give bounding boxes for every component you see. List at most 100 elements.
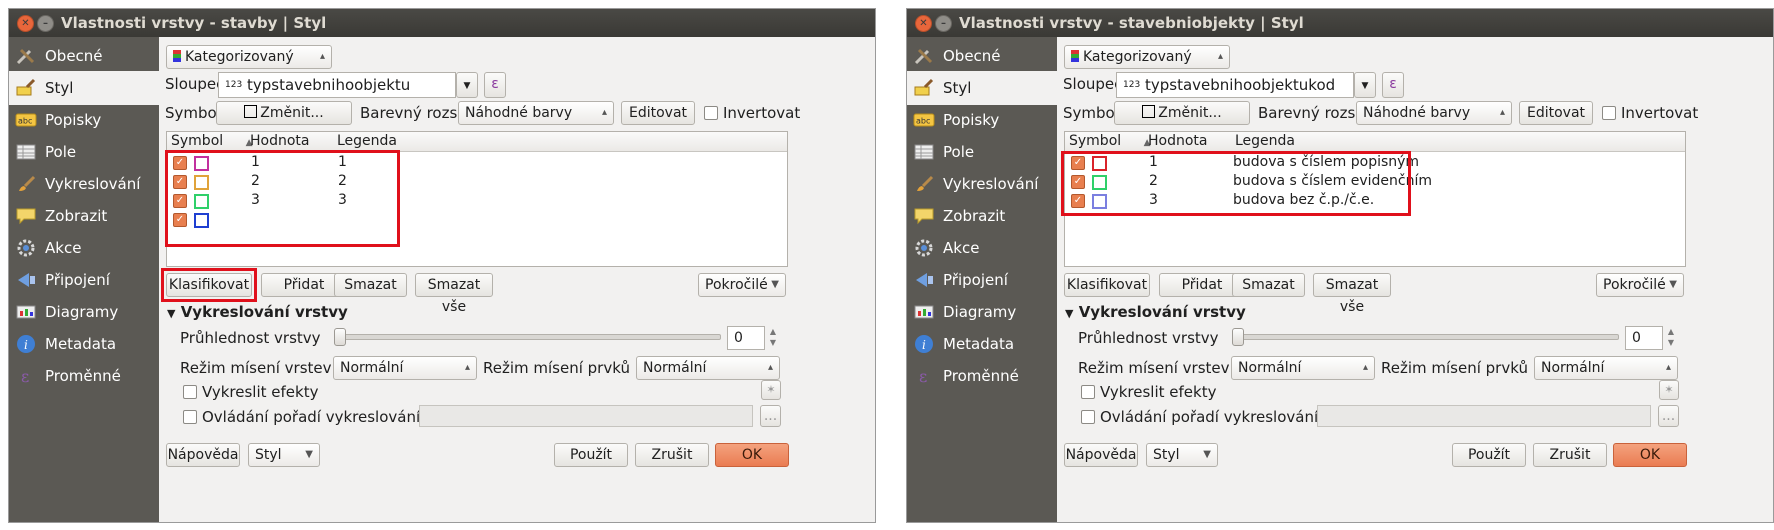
- cancel-button[interactable]: Zrušit: [635, 443, 709, 467]
- sidebar-item-akce[interactable]: Akce: [907, 231, 1057, 265]
- ok-button[interactable]: OK: [715, 443, 789, 467]
- sidebar-item-popisky[interactable]: abc Popisky: [9, 103, 159, 137]
- expression-button[interactable]: ε: [1382, 72, 1404, 98]
- renderer-select[interactable]: Kategorizovaný ▴: [166, 45, 332, 69]
- renderer-select[interactable]: Kategorizovaný ▴: [1064, 45, 1230, 69]
- change-symbol-button[interactable]: Změnit...: [1114, 101, 1250, 125]
- effects-settings-star-icon[interactable]: ✶: [1659, 380, 1679, 400]
- help-button[interactable]: Nápověda: [166, 443, 240, 467]
- transparency-spin-arrows-icon[interactable]: ▲ ▼: [766, 326, 780, 350]
- sidebar-item-styl[interactable]: Styl: [9, 71, 159, 105]
- style-menu-button[interactable]: Styl ▼: [1146, 443, 1218, 467]
- delete-all-button[interactable]: Smazat vše: [1313, 273, 1391, 315]
- transparency-input[interactable]: 0: [1625, 326, 1663, 350]
- apply-button[interactable]: Použít: [554, 443, 628, 467]
- symbol-label: Symbol: [165, 104, 221, 122]
- sidebar-item-akce[interactable]: Akce: [9, 231, 159, 265]
- sidebar-item-promenne[interactable]: ε Proměnné: [907, 359, 1057, 393]
- transparency-input[interactable]: 0: [727, 326, 765, 350]
- sidebar: Obecné Styl abc Popisky Pole Vykreslován…: [907, 37, 1057, 522]
- sidebar-item-pole[interactable]: Pole: [9, 135, 159, 169]
- draw-effects-checkbox[interactable]: [183, 385, 197, 399]
- column-field[interactable]: 123 typstavebnihoobjektu: [218, 72, 456, 98]
- svg-text:abc: abc: [916, 117, 930, 126]
- table-header: Symbol ▲ Hodnota Legenda: [1065, 132, 1685, 152]
- rendering-section-header[interactable]: ▼ Vykreslování vrstvy: [167, 303, 348, 321]
- transparency-spin-arrows-icon[interactable]: ▲ ▼: [1664, 326, 1678, 350]
- blend-layers-select[interactable]: Normální ▴: [1231, 356, 1375, 380]
- color-ramp-select[interactable]: Náhodné barvy ▴: [458, 101, 614, 125]
- render-order-checkbox[interactable]: [183, 410, 197, 424]
- sidebar-item-obecne[interactable]: Obecné: [907, 39, 1057, 73]
- sidebar-item-metadata[interactable]: i Metadata: [907, 327, 1057, 361]
- transparency-slider-handle[interactable]: [1232, 328, 1244, 346]
- column-label: Sloupec: [1063, 75, 1123, 93]
- column-field[interactable]: 123 typstavebnihoobjektukod: [1116, 72, 1354, 98]
- advanced-select[interactable]: Pokročilé ▼: [1596, 273, 1684, 297]
- header-symbol[interactable]: Symbol ▲: [171, 133, 253, 149]
- style-menu-button[interactable]: Styl ▼: [248, 443, 320, 467]
- sidebar-item-label: Připojení: [943, 271, 1008, 289]
- render-order-options-button[interactable]: ...: [1658, 405, 1679, 427]
- sidebar-item-diagramy[interactable]: Diagramy: [907, 295, 1057, 329]
- info-icon: i: [915, 335, 933, 353]
- sidebar-item-obecne[interactable]: Obecné: [9, 39, 159, 73]
- sidebar-item-vykreslovani[interactable]: Vykreslování: [9, 167, 159, 201]
- sidebar-item-pripojeni[interactable]: Připojení: [907, 263, 1057, 297]
- sidebar-item-zobrazit[interactable]: Zobrazit: [907, 199, 1057, 233]
- render-order-checkbox[interactable]: [1081, 410, 1095, 424]
- blend-layers-select[interactable]: Normální ▴: [333, 356, 477, 380]
- sidebar-item-styl[interactable]: Styl: [907, 71, 1057, 105]
- ok-button[interactable]: OK: [1613, 443, 1687, 467]
- close-window-button[interactable]: ✕: [915, 15, 932, 32]
- invert-checkbox[interactable]: [704, 106, 718, 120]
- sidebar-item-zobrazit[interactable]: Zobrazit: [9, 199, 159, 233]
- highlight-box-rows: [165, 150, 400, 247]
- minimize-window-button[interactable]: –: [37, 15, 54, 32]
- sidebar-item-metadata[interactable]: i Metadata: [9, 327, 159, 361]
- expression-button[interactable]: ε: [484, 72, 506, 98]
- sidebar-item-popisky[interactable]: abc Popisky: [907, 103, 1057, 137]
- collapse-arrow-icon: ▼: [1065, 307, 1074, 320]
- draw-effects-checkbox[interactable]: [1081, 385, 1095, 399]
- sidebar-item-label: Obecné: [943, 47, 1001, 65]
- blend-features-select[interactable]: Normální ▴: [1534, 356, 1678, 380]
- delete-button[interactable]: Smazat: [334, 273, 407, 297]
- column-dropdown-button[interactable]: ▼: [456, 72, 478, 98]
- column-dropdown-button[interactable]: ▼: [1354, 72, 1376, 98]
- close-window-button[interactable]: ✕: [17, 15, 34, 32]
- sidebar-item-pripojeni[interactable]: Připojení: [9, 263, 159, 297]
- style-panel: Kategorizovaný ▴ Sloupec 123 typstavebni…: [1057, 37, 1773, 522]
- header-legend[interactable]: Legenda: [1235, 133, 1295, 149]
- delete-all-button[interactable]: Smazat vše: [415, 273, 493, 315]
- apply-button[interactable]: Použít: [1452, 443, 1526, 467]
- header-value[interactable]: Hodnota: [1148, 133, 1208, 149]
- transparency-slider-handle[interactable]: [334, 328, 346, 346]
- sidebar-item-diagramy[interactable]: Diagramy: [9, 295, 159, 329]
- change-symbol-button[interactable]: Změnit...: [216, 101, 352, 125]
- header-symbol[interactable]: Symbol ▲: [1069, 133, 1151, 149]
- minimize-window-button[interactable]: –: [935, 15, 952, 32]
- edit-ramp-button[interactable]: Editovat: [1519, 101, 1593, 125]
- edit-ramp-button[interactable]: Editovat: [621, 101, 695, 125]
- transparency-slider[interactable]: [335, 334, 721, 340]
- sidebar-item-label: Proměnné: [45, 367, 121, 385]
- classify-button[interactable]: Klasifikovat: [1064, 273, 1150, 297]
- rendering-section-header[interactable]: ▼ Vykreslování vrstvy: [1065, 303, 1246, 321]
- help-button[interactable]: Nápověda: [1064, 443, 1138, 467]
- advanced-select[interactable]: Pokročilé ▼: [698, 273, 786, 297]
- sidebar-item-pole[interactable]: Pole: [907, 135, 1057, 169]
- render-order-options-button[interactable]: ...: [760, 405, 781, 427]
- style-menu-label: Styl: [1153, 447, 1180, 463]
- sidebar-item-vykreslovani[interactable]: Vykreslování: [907, 167, 1057, 201]
- blend-features-select[interactable]: Normální ▴: [636, 356, 780, 380]
- delete-button[interactable]: Smazat: [1232, 273, 1305, 297]
- transparency-slider[interactable]: [1233, 334, 1619, 340]
- header-value[interactable]: Hodnota: [250, 133, 310, 149]
- invert-checkbox[interactable]: [1602, 106, 1616, 120]
- cancel-button[interactable]: Zrušit: [1533, 443, 1607, 467]
- color-ramp-select[interactable]: Náhodné barvy ▴: [1356, 101, 1512, 125]
- header-legend[interactable]: Legenda: [337, 133, 397, 149]
- sidebar-item-promenne[interactable]: ε Proměnné: [9, 359, 159, 393]
- effects-settings-star-icon[interactable]: ✶: [761, 380, 781, 400]
